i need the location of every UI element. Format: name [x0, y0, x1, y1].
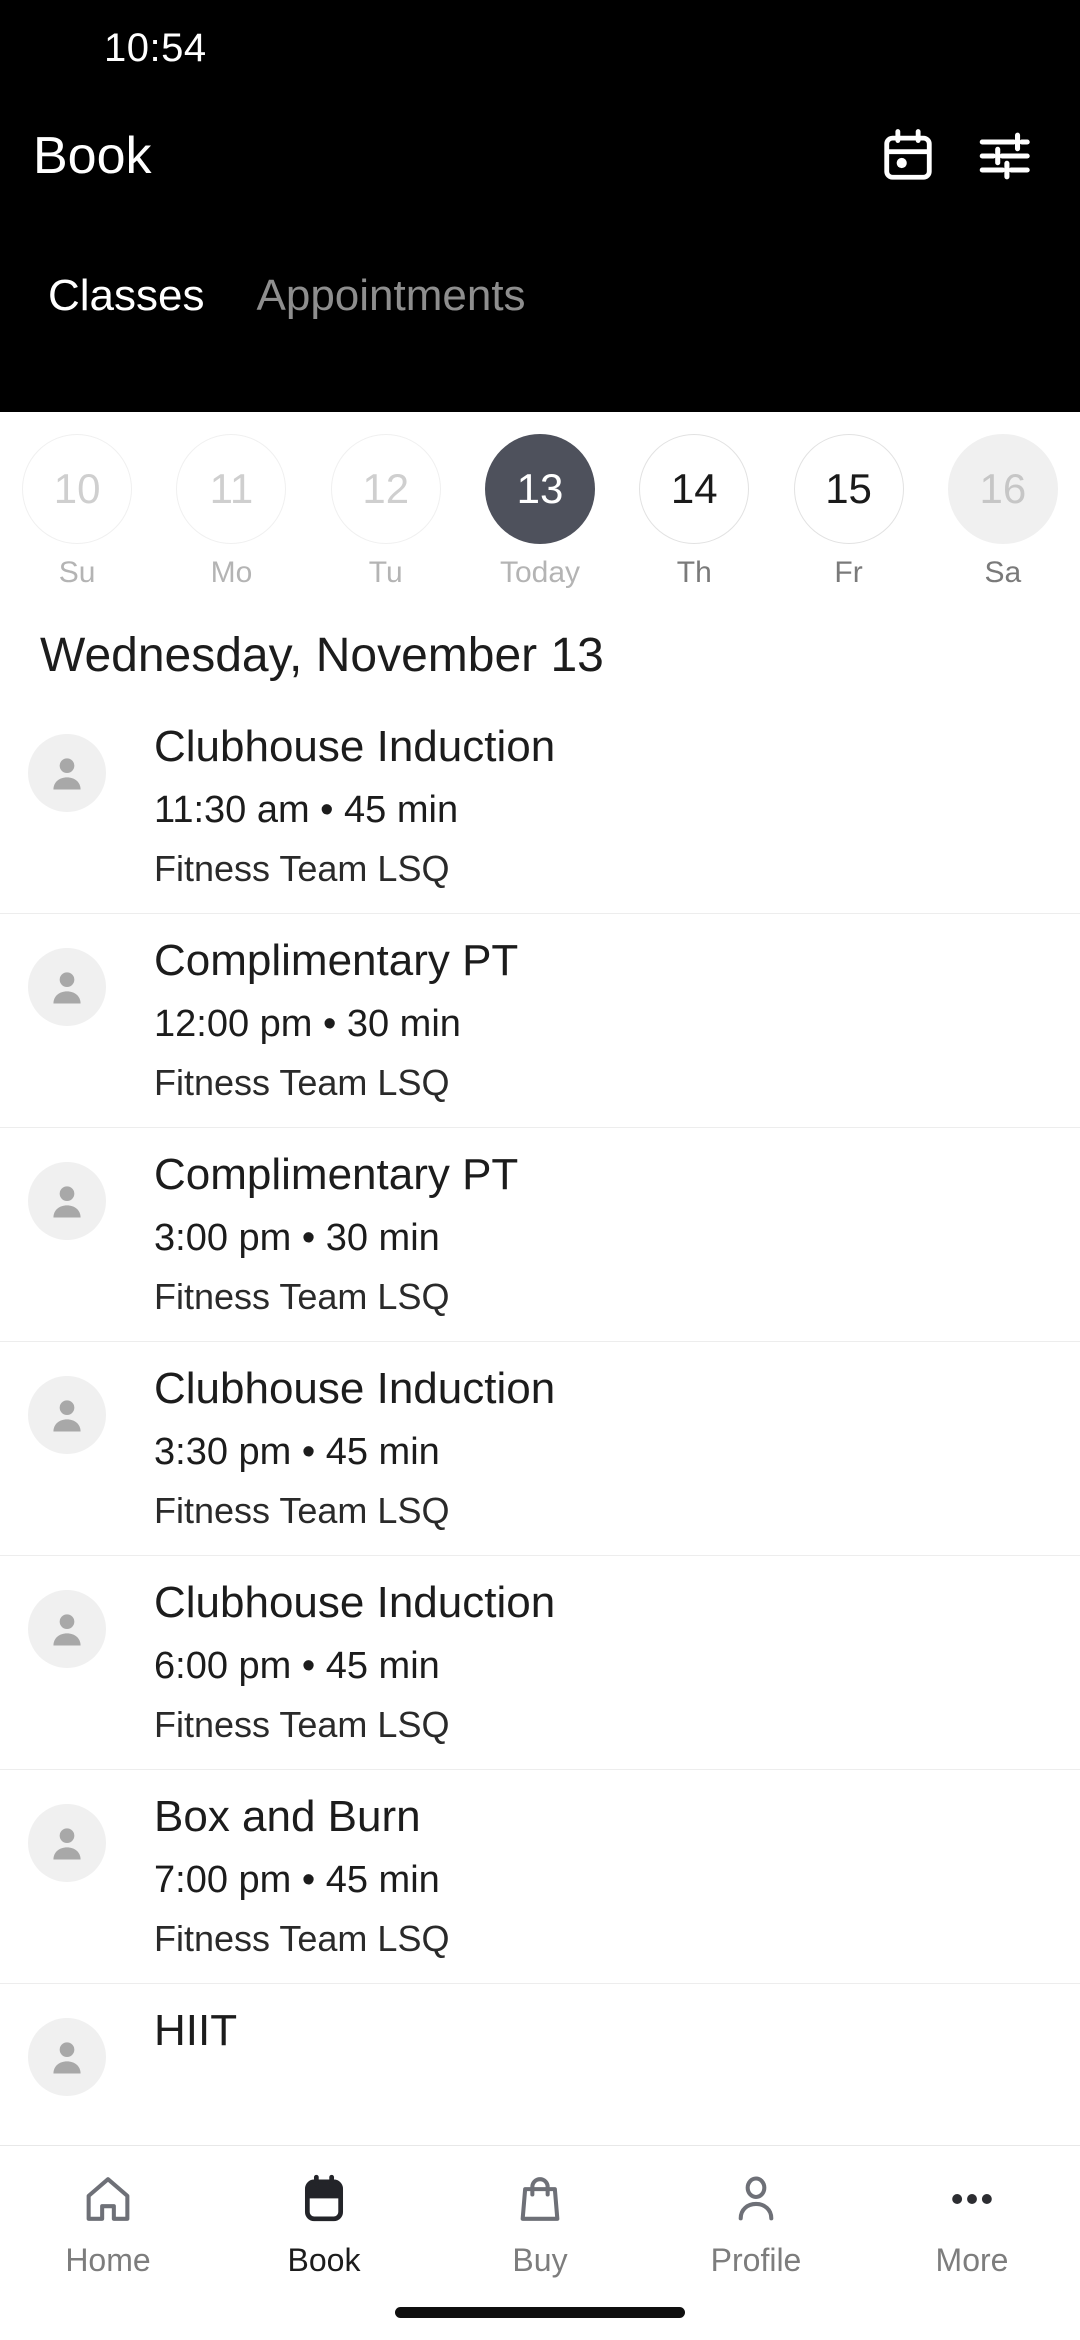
home-gesture-indicator[interactable] — [395, 2307, 685, 2318]
class-row[interactable]: Clubhouse Induction 3:30 pm • 45 min Fit… — [0, 1342, 1080, 1556]
date-cell-13-selected[interactable]: 13 Today — [463, 434, 617, 590]
class-row-text: Complimentary PT 12:00 pm • 30 min Fitne… — [154, 936, 518, 1104]
date-cell-14[interactable]: 14 Th — [617, 434, 771, 590]
class-time-duration: 6:00 pm • 45 min — [154, 1644, 440, 1687]
date-number-15: 15 — [793, 434, 904, 544]
person-avatar-icon — [28, 734, 106, 812]
class-time-duration: 12:00 pm • 30 min — [154, 1002, 461, 1045]
class-row-text: Clubhouse Induction 3:30 pm • 45 min Fit… — [154, 1364, 555, 1532]
nav-label-book: Book — [287, 2242, 361, 2278]
nav-item-book[interactable]: Book — [216, 2168, 432, 2279]
date-number-14: 14 — [639, 434, 750, 544]
class-row-text: Clubhouse Induction 6:00 pm • 45 min Fit… — [154, 1578, 555, 1746]
nav-item-more[interactable]: More — [864, 2168, 1080, 2279]
class-time-duration: 3:00 pm • 30 min — [154, 1216, 440, 1259]
calendar-icon[interactable] — [872, 120, 944, 192]
person-icon — [729, 2168, 783, 2230]
person-avatar-icon — [28, 1376, 106, 1454]
date-weekday-16: Sa — [984, 556, 1022, 589]
class-title: Box and Burn — [154, 1792, 421, 1841]
class-title: Clubhouse Induction — [154, 722, 556, 771]
class-title: HIIT — [154, 2006, 238, 2055]
class-row-text: Box and Burn 7:00 pm • 45 min Fitness Te… — [154, 1792, 449, 1960]
bottom-navigation-bar: Home Book Buy Profile More — [0, 2145, 1080, 2340]
date-cell-11[interactable]: 11 Mo — [154, 434, 308, 590]
date-weekday-15: Fr — [834, 556, 863, 589]
class-row[interactable]: Box and Burn 7:00 pm • 45 min Fitness Te… — [0, 1770, 1080, 1984]
date-weekday-13: Today — [499, 556, 581, 589]
tab-classes[interactable]: Classes — [22, 274, 231, 356]
calendar-icon — [297, 2168, 351, 2230]
person-avatar-icon — [28, 1804, 106, 1882]
person-avatar-icon — [28, 948, 106, 1026]
class-instructor: Fitness Team LSQ — [154, 1918, 450, 1960]
class-row[interactable]: Clubhouse Induction 11:30 am • 45 min Fi… — [0, 700, 1080, 914]
person-avatar-icon — [28, 1162, 106, 1240]
date-number-13: 13 — [484, 434, 595, 544]
class-title: Complimentary PT — [154, 1150, 519, 1199]
nav-label-profile: Profile — [710, 2242, 802, 2278]
class-row[interactable]: Complimentary PT 3:00 pm • 30 min Fitnes… — [0, 1128, 1080, 1342]
date-weekday-12: Tu — [368, 556, 403, 589]
nav-label-buy: Buy — [512, 2242, 568, 2278]
date-cell-15[interactable]: 15 Fr — [771, 434, 925, 590]
class-row-text: HIIT — [154, 2006, 237, 2057]
date-weekday-14: Th — [676, 556, 712, 589]
nav-item-buy[interactable]: Buy — [432, 2168, 648, 2279]
class-time-duration: 11:30 am • 45 min — [154, 788, 459, 831]
class-row-text: Complimentary PT 3:00 pm • 30 min Fitnes… — [154, 1150, 518, 1318]
date-weekday-10: Su — [58, 556, 96, 589]
class-time-duration: 3:30 pm • 45 min — [154, 1430, 440, 1473]
class-row[interactable]: Clubhouse Induction 6:00 pm • 45 min Fit… — [0, 1556, 1080, 1770]
app-bar-actions — [872, 120, 1040, 192]
date-cell-10[interactable]: 10 Su — [0, 434, 154, 590]
date-cell-16[interactable]: 16 Sa — [926, 434, 1080, 590]
page-title: Book — [33, 127, 152, 185]
date-number-16: 16 — [947, 434, 1058, 544]
class-title: Clubhouse Induction — [154, 1364, 556, 1413]
selected-date-heading: Wednesday, November 13 — [40, 629, 604, 682]
ellipsis-icon — [945, 2168, 999, 2230]
home-icon — [81, 2168, 135, 2230]
class-instructor: Fitness Team LSQ — [154, 1490, 450, 1532]
nav-label-more: More — [935, 2242, 1009, 2278]
date-number-11: 11 — [176, 434, 287, 544]
class-row[interactable]: Complimentary PT 12:00 pm • 30 min Fitne… — [0, 914, 1080, 1128]
date-number-12: 12 — [330, 434, 441, 544]
header-tab-bar: Classes Appointments — [0, 216, 1080, 356]
status-bar-clock: 10:54 — [104, 25, 207, 70]
person-avatar-icon — [28, 2018, 106, 2096]
status-bar: 10:54 — [0, 0, 1080, 96]
date-weekday-11: Mo — [210, 556, 253, 589]
app-header: 10:54 Book Classes Appointments — [0, 0, 1080, 412]
class-title: Clubhouse Induction — [154, 1578, 556, 1627]
class-instructor: Fitness Team LSQ — [154, 848, 450, 890]
nav-item-profile[interactable]: Profile — [648, 2168, 864, 2279]
app-bar: Book — [0, 96, 1080, 216]
date-cell-12[interactable]: 12 Tu — [309, 434, 463, 590]
class-time-duration: 7:00 pm • 45 min — [154, 1858, 440, 1901]
filter-sliders-icon[interactable] — [968, 120, 1040, 192]
date-strip: 10 Su 11 Mo 12 Tu 13 Today 14 Th 15 Fr 1… — [0, 412, 1080, 592]
class-row-text: Clubhouse Induction 11:30 am • 45 min Fi… — [154, 722, 555, 890]
class-instructor: Fitness Team LSQ — [154, 1276, 450, 1318]
nav-item-home[interactable]: Home — [0, 2168, 216, 2279]
date-number-10: 10 — [22, 434, 133, 544]
tab-appointments[interactable]: Appointments — [231, 274, 552, 356]
person-avatar-icon — [28, 1590, 106, 1668]
class-row-partial[interactable]: HIIT — [0, 1984, 1080, 2145]
nav-label-home: Home — [65, 2242, 151, 2278]
class-title: Complimentary PT — [154, 936, 519, 985]
class-instructor: Fitness Team LSQ — [154, 1062, 450, 1104]
class-instructor: Fitness Team LSQ — [154, 1704, 450, 1746]
class-list[interactable]: Clubhouse Induction 11:30 am • 45 min Fi… — [0, 700, 1080, 2145]
shopping-bag-icon — [513, 2168, 567, 2230]
